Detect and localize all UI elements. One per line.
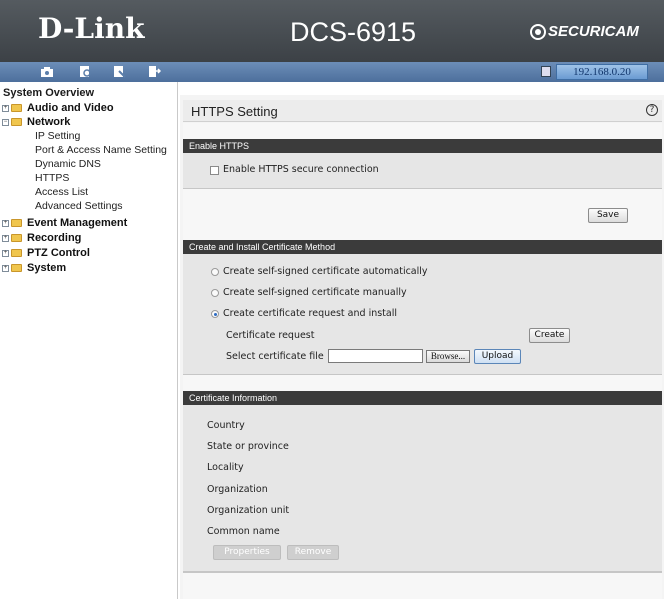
sidebar-group-audio-video[interactable]: + Audio and Video xyxy=(2,101,114,115)
cert-info-section: Country State or province Locality Organ… xyxy=(183,405,662,572)
model-name: DCS-6915 xyxy=(290,17,417,47)
sidebar-group-label[interactable]: Audio and Video xyxy=(27,102,114,114)
folder-open-icon xyxy=(11,118,22,126)
certificate-request-label: Certificate request xyxy=(226,330,315,341)
upload-button[interactable]: Upload xyxy=(474,349,521,364)
sidebar: System Overview + Audio and Video − Netw… xyxy=(0,82,178,599)
network-icon xyxy=(541,66,551,77)
spacer xyxy=(183,123,662,139)
browse-button[interactable]: Browse... xyxy=(426,350,470,363)
sidebar-group-ptz-control[interactable]: + PTZ Control xyxy=(2,246,90,260)
page-title-bar: HTTPS Setting ? xyxy=(183,100,662,122)
enable-https-label[interactable]: Enable HTTPS secure connection xyxy=(223,164,379,175)
radio-self-signed-auto[interactable] xyxy=(211,268,219,276)
save-button[interactable]: Save xyxy=(588,208,628,223)
remove-button[interactable]: Remove xyxy=(287,545,339,560)
dlink-logo: D-Link xyxy=(38,12,145,45)
cert-field-country: Country xyxy=(207,420,245,431)
collapse-minus-icon[interactable]: − xyxy=(2,118,9,126)
sidebar-group-label[interactable]: Event Management xyxy=(27,217,127,229)
cert-field-organization: Organization xyxy=(207,484,268,495)
expand-plus-icon[interactable]: + xyxy=(2,264,9,272)
playback-icon[interactable] xyxy=(78,65,92,78)
sidebar-group-label[interactable]: Recording xyxy=(27,232,81,244)
page-title: HTTPS Setting xyxy=(191,104,278,119)
sidebar-group-recording[interactable]: + Recording xyxy=(2,231,81,245)
save-area: Save xyxy=(183,189,662,240)
sidebar-title[interactable]: System Overview xyxy=(3,87,94,99)
enable-https-header: Enable HTTPS xyxy=(183,139,662,153)
sidebar-group-event-management[interactable]: + Event Management xyxy=(2,216,127,230)
camera-icon[interactable] xyxy=(40,65,54,78)
sidebar-group-label[interactable]: Network xyxy=(27,116,70,128)
sidebar-group-label[interactable]: System xyxy=(27,262,66,274)
folder-icon xyxy=(11,234,22,242)
cert-file-input[interactable] xyxy=(328,349,423,363)
sidebar-item-dynamic-dns[interactable]: Dynamic DNS xyxy=(35,158,101,171)
securicam-ring-icon xyxy=(530,23,546,40)
cert-field-state: State or province xyxy=(207,441,289,452)
expand-plus-icon[interactable]: + xyxy=(2,249,9,257)
select-cert-file-label: Select certificate file xyxy=(226,351,324,362)
exit-icon[interactable] xyxy=(147,65,162,78)
radio-cert-request-install[interactable] xyxy=(211,310,219,318)
expand-plus-icon[interactable]: + xyxy=(2,234,9,242)
create-button[interactable]: Create xyxy=(529,328,570,343)
app-header: D-Link DCS-6915 SECURICAM xyxy=(0,0,664,62)
cert-field-organization-unit: Organization unit xyxy=(207,505,290,516)
securicam-text: SECURICAM xyxy=(548,23,639,40)
spacer xyxy=(183,375,662,391)
enable-https-checkbox[interactable] xyxy=(210,166,219,175)
option-self-signed-manual[interactable]: Create self-signed certificate manually xyxy=(223,287,407,298)
sidebar-item-access-list[interactable]: Access List xyxy=(35,186,88,199)
main-panel: HTTPS Setting ? Enable HTTPS Enable HTTP… xyxy=(180,95,664,599)
cert-field-common-name: Common name xyxy=(207,526,280,537)
sidebar-item-https[interactable]: HTTPS xyxy=(35,172,69,185)
setup-icon[interactable] xyxy=(112,65,126,78)
sidebar-item-ip-setting[interactable]: IP Setting xyxy=(35,130,80,143)
option-cert-request-install[interactable]: Create certificate request and install xyxy=(223,308,397,319)
properties-button[interactable]: Properties xyxy=(213,545,281,560)
securicam-logo: SECURICAM xyxy=(530,23,639,40)
cert-method-section: Create self-signed certificate automatic… xyxy=(183,254,662,375)
sidebar-group-label[interactable]: PTZ Control xyxy=(27,247,90,259)
option-self-signed-auto[interactable]: Create self-signed certificate automatic… xyxy=(223,266,428,277)
folder-icon xyxy=(11,219,22,227)
sidebar-group-network[interactable]: − Network xyxy=(2,115,70,129)
enable-https-section: Enable HTTPS secure connection xyxy=(183,153,662,189)
help-icon[interactable]: ? xyxy=(646,104,658,116)
expand-plus-icon[interactable]: + xyxy=(2,219,9,227)
sidebar-item-port-access-name[interactable]: Port & Access Name Setting xyxy=(35,144,167,157)
folder-icon xyxy=(11,264,22,272)
folder-icon xyxy=(11,249,22,257)
ip-address-display: 192.168.0.20 xyxy=(556,64,648,80)
footer-spacer xyxy=(183,572,662,599)
expand-plus-icon[interactable]: + xyxy=(2,104,9,112)
folder-icon xyxy=(11,104,22,112)
radio-self-signed-manual[interactable] xyxy=(211,289,219,297)
cert-method-header: Create and Install Certificate Method xyxy=(183,240,662,254)
toolbar: 192.168.0.20 xyxy=(0,62,664,82)
sidebar-group-system[interactable]: + System xyxy=(2,261,66,275)
cert-info-header: Certificate Information xyxy=(183,391,662,405)
cert-field-locality: Locality xyxy=(207,462,244,473)
sidebar-item-advanced-settings[interactable]: Advanced Settings xyxy=(35,200,123,213)
